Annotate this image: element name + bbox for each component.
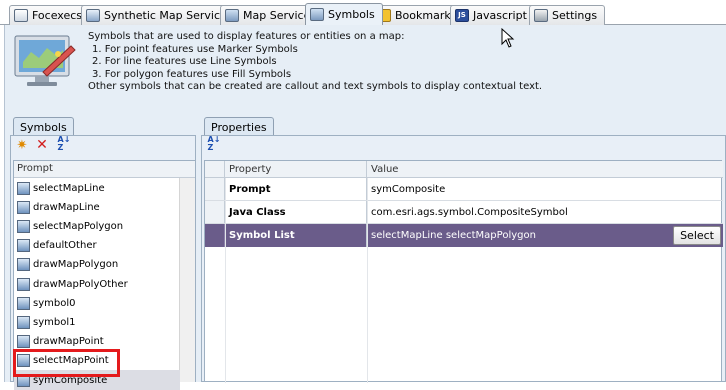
grid-header-row: Property Value <box>205 161 723 178</box>
map-services-icon <box>225 9 239 22</box>
row-gutter <box>205 178 225 201</box>
property-name: Symbol List <box>225 224 367 247</box>
symbol-list-item[interactable]: drawMapPolyOther <box>14 274 180 294</box>
symbol-name: defaultOther <box>33 240 97 252</box>
symbol-list-item[interactable]: drawMapPolygon <box>14 255 180 275</box>
synthetic-map-icon <box>86 9 100 22</box>
row-gutter <box>205 224 225 247</box>
sort-az-icon: A↓ Z <box>57 135 71 152</box>
value-column-header: Value <box>371 163 399 175</box>
tab-properties[interactable]: Properties <box>204 117 274 137</box>
description-line: 2. For line features use Line Symbols <box>92 56 277 67</box>
panel-tab-label: Symbols <box>20 121 67 134</box>
symbols-description: Symbols that are used to display feature… <box>88 31 542 94</box>
symbol-icon <box>17 200 30 214</box>
symbol-list-item[interactable]: symbol1 <box>14 312 180 332</box>
sort-az-icon: A↓ Z <box>207 135 221 152</box>
symbol-icon <box>17 315 30 329</box>
symbol-icon <box>17 219 30 233</box>
new-symbol-button[interactable]: ✷ <box>15 137 29 153</box>
sort-symbols-button[interactable]: A↓ Z <box>57 135 71 152</box>
row-gutter <box>205 161 225 177</box>
sort-properties-button[interactable]: A↓ Z <box>207 135 221 152</box>
tab-label: Bookmarks <box>395 9 457 22</box>
property-value[interactable]: com.esri.ags.symbol.CompositeSymbol <box>367 201 723 224</box>
symbol-icon <box>17 181 30 195</box>
row-gutter <box>205 201 225 224</box>
list-scrollbar[interactable] <box>179 178 195 382</box>
tab-label: Focexecs <box>32 9 83 22</box>
column-gridline <box>225 178 226 383</box>
javascript-icon <box>455 9 469 22</box>
tab-label: Settings <box>552 9 598 22</box>
symbol-list-item[interactable]: drawMapLine <box>14 197 180 217</box>
tab-focexecs[interactable]: Focexecs <box>9 5 91 25</box>
property-row-selected[interactable]: Symbol List selectMapLine selectMapPolyg… <box>205 224 723 247</box>
panel-tab-label: Properties <box>211 121 267 134</box>
symbol-name: drawMapPoint <box>33 336 104 348</box>
symbol-name: drawMapLine <box>33 201 100 213</box>
tab-label: Symbols <box>328 8 375 21</box>
property-name: Prompt <box>225 178 367 201</box>
description-line: 1. For point features use Marker Symbols <box>92 43 298 55</box>
tab-settings[interactable]: Settings <box>529 5 606 25</box>
symbol-name: drawMapPolyOther <box>33 278 128 290</box>
tab-javascript[interactable]: Javascript <box>450 5 535 25</box>
property-row[interactable]: Java Class com.esri.ags.symbol.Composite… <box>205 201 723 224</box>
property-value[interactable]: symComposite <box>367 178 723 201</box>
symbol-icon <box>17 277 30 291</box>
symbol-list-item[interactable]: symbol0 <box>14 293 180 313</box>
focexec-icon <box>14 9 28 22</box>
tab-symbols-panel[interactable]: Symbols <box>13 117 74 137</box>
description-line: Symbols that are used to display feature… <box>88 31 405 42</box>
tab-synthetic-map-services[interactable]: Synthetic Map Services <box>81 5 241 25</box>
description-line: 3. For polygon features use Fill Symbols <box>92 68 292 80</box>
description-line: Other symbols that can be created are ca… <box>88 81 543 92</box>
property-row[interactable]: Prompt symComposite <box>205 178 723 201</box>
symbol-name: selectMapLine <box>33 182 105 194</box>
tab-label: Synthetic Map Services <box>104 9 233 22</box>
property-value[interactable]: selectMapLine selectMapPolygon <box>367 224 723 247</box>
tab-label: Javascript <box>473 9 527 22</box>
property-column-header: Property <box>225 161 367 177</box>
selection-highlight-box <box>13 349 120 377</box>
column-gridline <box>367 178 368 383</box>
symbol-list-item[interactable]: selectMapLine <box>14 178 180 198</box>
map-symbols-illustration-icon <box>14 35 76 86</box>
mouse-cursor-icon <box>501 28 515 48</box>
symbol-name: drawMapPolygon <box>33 259 119 271</box>
symbol-icon <box>17 335 30 349</box>
symbol-icon <box>17 258 30 272</box>
properties-grid: Property Value Prompt symComposite Java … <box>204 160 723 383</box>
tab-symbols[interactable]: Symbols <box>305 3 383 25</box>
property-name: Java Class <box>225 201 367 224</box>
delete-symbol-button[interactable]: ✕ <box>35 137 49 153</box>
list-column-header: Prompt <box>14 161 195 178</box>
sparkle-icon: ✷ <box>16 137 28 153</box>
symbol-icon <box>17 296 30 310</box>
symbol-list-item[interactable]: selectMapPolygon <box>14 216 180 236</box>
symbol-icon <box>17 239 30 253</box>
settings-icon <box>534 9 548 22</box>
symbol-name: symbol0 <box>33 297 76 309</box>
symbol-name: selectMapPolygon <box>33 220 124 232</box>
symbol-name: symbol1 <box>33 316 76 328</box>
select-button[interactable]: Select <box>673 226 721 245</box>
symbols-icon <box>310 8 324 21</box>
close-icon: ✕ <box>36 137 48 153</box>
symbol-list-item[interactable]: defaultOther <box>14 236 180 256</box>
